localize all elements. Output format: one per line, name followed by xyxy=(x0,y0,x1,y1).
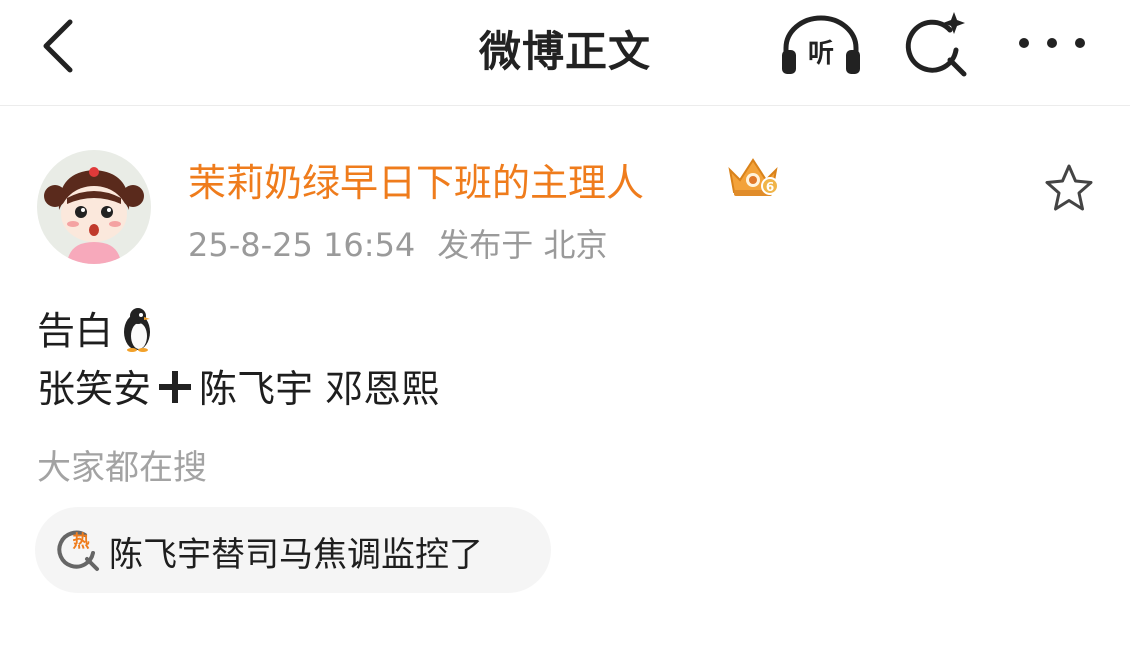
plus-icon xyxy=(155,367,195,416)
post-text-line-2: 张笑安 陈飞宇 邓恩熙 xyxy=(37,358,439,416)
post-time: 25-8-25 16:54 xyxy=(188,226,416,264)
search-button[interactable] xyxy=(898,8,978,80)
listen-button[interactable]: 听 xyxy=(776,10,866,80)
favorite-button[interactable] xyxy=(1040,160,1098,218)
related-search-label: 大家都在搜 xyxy=(37,448,207,488)
hot-search-query: 陈飞宇替司马焦调监控了 xyxy=(109,535,483,575)
top-nav-bar: 微博正文 听 xyxy=(0,0,1130,106)
cartoon-girl-avatar-icon xyxy=(37,150,151,264)
star-outline-icon xyxy=(1045,164,1093,211)
post-location: 发布于 北京 xyxy=(437,226,608,264)
more-button[interactable] xyxy=(1012,20,1092,66)
post-text-confession: 告白 xyxy=(37,309,114,353)
listen-label: 听 xyxy=(808,39,834,69)
headphones-icon: 听 xyxy=(782,15,860,74)
post-meta: 25-8-25 16:54 发布于 北京 xyxy=(188,220,607,266)
vip-level: 6 xyxy=(766,180,774,194)
crown-icon: 6 xyxy=(728,158,779,196)
hot-search-chip[interactable]: 热 陈飞宇替司马焦调监控了 xyxy=(35,507,551,593)
post-text-name-right: 陈飞宇 邓恩熙 xyxy=(199,367,440,411)
penguin-emoji-icon xyxy=(117,306,157,361)
avatar[interactable] xyxy=(37,150,151,264)
sparkle-search-icon xyxy=(905,12,967,77)
hot-search-icon: 热 xyxy=(57,530,99,571)
post-text-name-left: 张笑安 xyxy=(37,367,152,411)
more-dots-icon xyxy=(1019,38,1085,48)
post-text-line-1: 告白 xyxy=(37,300,157,361)
hot-badge-text: 热 xyxy=(73,531,90,552)
author-name[interactable]: 茉莉奶绿早日下班的主理人 xyxy=(188,152,644,207)
vip-crown-badge: 6 xyxy=(724,152,782,200)
